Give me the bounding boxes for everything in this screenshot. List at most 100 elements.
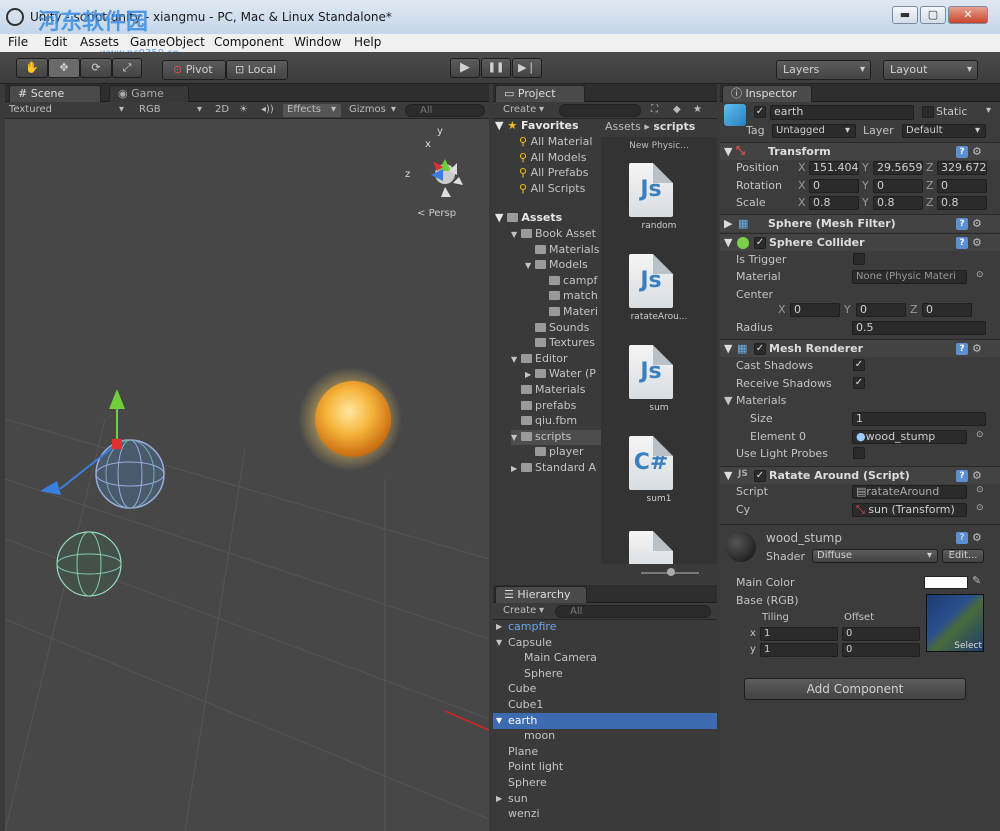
render-mode-dropdown[interactable]: Textured (9, 104, 129, 117)
rotate-tool-button[interactable]: ⟳ (80, 58, 112, 78)
tree-folder-item[interactable]: match (539, 289, 598, 304)
object-name-field[interactable]: earth (770, 105, 914, 120)
scale-x-field[interactable]: 0.8 (809, 196, 859, 211)
menu-component[interactable]: Component (214, 35, 284, 49)
color-mode-dropdown[interactable]: RGB (139, 104, 207, 117)
play-button[interactable]: ▶ (450, 58, 480, 78)
gear-icon[interactable]: ⚙ (972, 531, 982, 544)
help-icon[interactable]: ? (956, 470, 968, 482)
script-file-icon[interactable] (629, 531, 673, 564)
materials-size-field[interactable]: 1 (852, 412, 986, 426)
help-icon[interactable]: ? (956, 218, 968, 230)
hierarchy-item[interactable]: ▶ campfire (493, 619, 717, 635)
shader-edit-button[interactable]: Edit... (942, 549, 984, 563)
effects-dropdown[interactable]: Effects (283, 104, 341, 117)
object-picker-icon[interactable]: ⊙ (976, 503, 984, 513)
assets-header[interactable]: ▼ Assets (495, 211, 562, 226)
file-name[interactable]: random (601, 221, 717, 231)
materials-foldout[interactable]: ▼ Materials (724, 394, 786, 407)
tag-dropdown[interactable]: Untagged (772, 124, 856, 138)
tree-folder-item[interactable]: ▶ Water (P (525, 367, 596, 382)
audio-icon[interactable]: ◂)) (261, 104, 274, 117)
file-name-physic[interactable]: New Physic... (601, 141, 717, 151)
scene-viewport[interactable]: y x z < Persp (5, 119, 489, 831)
maximize-button[interactable]: ▢ (920, 6, 946, 24)
script-header[interactable]: ▼ JS ✓ Ratate Around (Script) ? ⚙ (720, 466, 1000, 484)
tab-project[interactable]: ▭ Project (495, 85, 585, 102)
project-create-dropdown[interactable]: Create (503, 104, 549, 117)
tree-folder-item[interactable]: ▼ Book Asset (511, 227, 596, 242)
rotation-x-field[interactable]: 0 (809, 178, 859, 193)
layer-dropdown[interactable]: Default (902, 124, 986, 138)
hierarchy-item[interactable]: wenzi (493, 806, 717, 822)
orientation-gizmo[interactable] (431, 159, 463, 197)
active-checkbox[interactable]: ✓ (754, 106, 766, 118)
breadcrumb-scripts[interactable]: scripts (653, 120, 695, 133)
favorite-item[interactable]: ⚲ All Prefabs (519, 166, 589, 181)
script-file-icon[interactable]: Js (629, 163, 673, 217)
gear-icon[interactable]: ⚙ (972, 469, 982, 482)
tree-folder-item[interactable]: Materials (511, 383, 585, 398)
tiling-y-field[interactable]: 1 (760, 643, 838, 657)
gear-icon[interactable]: ⚙ (972, 145, 982, 158)
scale-z-field[interactable]: 0.8 (937, 196, 987, 211)
tree-folder-item[interactable]: Textures (525, 336, 595, 351)
file-name[interactable]: sum (601, 403, 717, 413)
rotation-z-field[interactable]: 0 (937, 178, 987, 193)
tab-inspector[interactable]: ⓘ Inspector (722, 85, 812, 102)
collider-enabled-checkbox[interactable]: ✓ (754, 237, 766, 249)
scale-tool-button[interactable]: ⤢ (112, 58, 142, 78)
script-file-icon[interactable]: Js (629, 254, 673, 308)
static-checkbox[interactable] (922, 106, 934, 118)
sphere-collider-header[interactable]: ▼ ✓ Sphere Collider ? ⚙ (720, 233, 1000, 251)
script-field[interactable]: ▤ratateAround (852, 485, 967, 499)
close-button[interactable]: ✕ (948, 6, 988, 24)
scale-y-field[interactable]: 0.8 (873, 196, 923, 211)
light-probes-checkbox[interactable] (853, 447, 865, 459)
gear-icon[interactable]: ⚙ (972, 236, 982, 249)
is-trigger-checkbox[interactable] (853, 253, 865, 265)
gear-icon[interactable]: ⚙ (972, 342, 982, 355)
cy-field[interactable]: ⤡ sun (Transform) (852, 503, 967, 517)
element0-field[interactable]: ●wood_stump (852, 430, 967, 444)
base-texture-thumbnail[interactable]: Select (926, 594, 984, 652)
2d-toggle[interactable]: 2D (215, 104, 229, 117)
zoom-slider[interactable] (601, 564, 717, 582)
tree-folder-item[interactable]: prefabs (511, 399, 576, 414)
menu-help[interactable]: Help (354, 35, 381, 49)
pause-button[interactable]: ❚❚ (481, 58, 511, 78)
lighting-icon[interactable]: ☀ (239, 104, 248, 117)
favorites-header[interactable]: ▼ ★ Favorites (495, 119, 579, 134)
menu-assets[interactable]: Assets (80, 35, 119, 49)
tree-folder-item[interactable]: Sounds (525, 321, 589, 336)
move-tool-button[interactable]: ✥ (48, 58, 80, 78)
star-filter-icon[interactable]: ★ (693, 104, 702, 117)
help-icon[interactable]: ? (956, 532, 968, 544)
file-name[interactable]: ratateArou... (601, 312, 717, 322)
moon-sphere[interactable] (56, 531, 122, 597)
help-icon[interactable]: ? (956, 343, 968, 355)
scene-search-input[interactable]: All (405, 104, 485, 117)
tiling-x-field[interactable]: 1 (760, 627, 838, 641)
persp-label[interactable]: < Persp (417, 208, 456, 219)
renderer-enabled-checkbox[interactable]: ✓ (754, 343, 766, 355)
menu-file[interactable]: File (8, 35, 28, 49)
script-file-icon[interactable]: Js (629, 345, 673, 399)
favorite-item[interactable]: ⚲ All Models (519, 151, 586, 166)
gizmos-dropdown[interactable]: Gizmos (349, 104, 401, 117)
gear-icon[interactable]: ⚙ (972, 217, 982, 230)
receive-shadows-checkbox[interactable]: ✓ (853, 377, 865, 389)
center-z-field[interactable]: 0 (922, 303, 972, 317)
help-icon[interactable]: ? (956, 146, 968, 158)
mesh-renderer-header[interactable]: ▼ ▦ ✓ Mesh Renderer ? ⚙ (720, 339, 1000, 357)
favorite-item[interactable]: ⚲ All Scripts (519, 182, 585, 197)
collider-material-field[interactable]: None (Physic Materi (852, 270, 967, 284)
layers-dropdown[interactable]: Layers (776, 60, 871, 80)
tree-folder-item[interactable]: ▼ scripts (511, 429, 601, 445)
texture-select-label[interactable]: Select (954, 641, 982, 651)
tree-folder-item[interactable]: ▼ Models (525, 258, 588, 273)
local-toggle[interactable]: ⊡ Local (226, 60, 288, 80)
offset-x-field[interactable]: 0 (842, 627, 920, 641)
center-y-field[interactable]: 0 (856, 303, 906, 317)
hierarchy-item[interactable]: ▶ sun (493, 791, 717, 807)
